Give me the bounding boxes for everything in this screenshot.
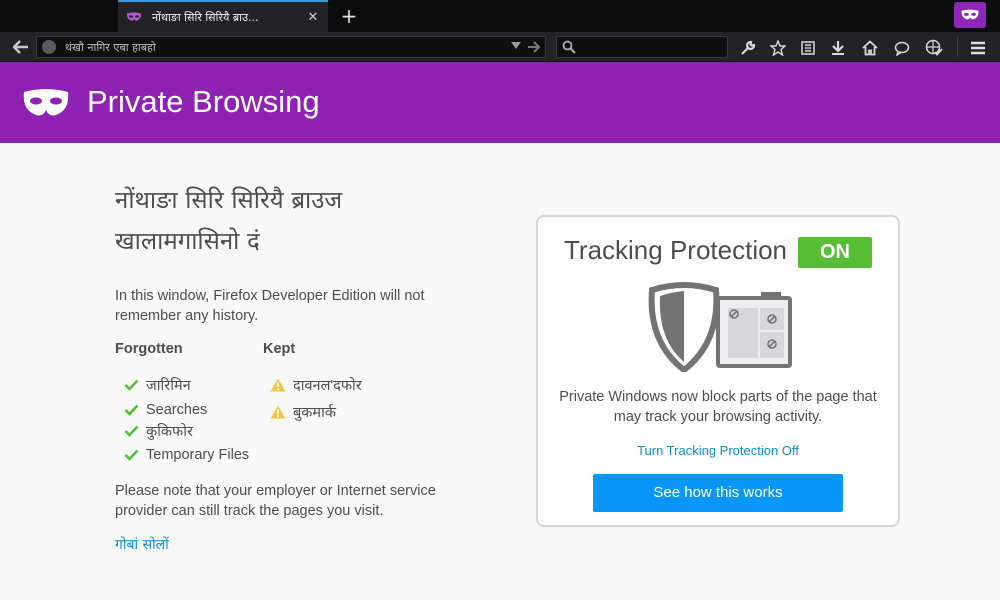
wrench-icon[interactable]: [739, 39, 757, 57]
globe-icon: [42, 40, 56, 54]
menu-icon[interactable]: [969, 39, 987, 57]
tracking-protection-card: Tracking Protection ON Private Windows n…: [536, 215, 900, 527]
warning-icon: [270, 378, 286, 392]
tracking-description: Private Windows now block parts of the p…: [559, 389, 877, 425]
forgotten-item-label: Searches: [146, 402, 208, 418]
learn-more-link[interactable]: गोबां सोलों: [115, 535, 169, 554]
chat-icon[interactable]: [893, 39, 911, 57]
url-input[interactable]: थंखौ नागिर एबा हाबहो: [65, 40, 156, 55]
tab-title: नोंथाङा सिरि सिरियै ब्राउ...: [152, 10, 259, 24]
private-browsing-indicator: [954, 2, 986, 28]
forgotten-item: Temporary Files: [123, 447, 249, 463]
intro-text: In this window, Firefox Developer Editio…: [115, 288, 425, 324]
back-button[interactable]: [8, 37, 34, 57]
url-bar[interactable]: थंखौ नागिर एबा हाबहो: [36, 36, 546, 58]
forgotten-item-label: Temporary Files: [146, 447, 250, 463]
forgotten-item-label: जारिमिन: [146, 378, 191, 394]
turn-off-tracking-link[interactable]: Turn Tracking Protection Off: [538, 443, 898, 458]
page-title: Private Browsing: [87, 84, 320, 119]
url-dropdown-icon[interactable]: [511, 42, 521, 49]
go-arrow-icon[interactable]: [527, 40, 541, 54]
forgotten-item: जारिमिन: [123, 375, 191, 395]
forgotten-item: कुकिफोर: [123, 421, 193, 441]
heading-line-1: नोंथाङा सिरि सिरियै ब्राउज: [115, 186, 343, 214]
tab-private-browsing[interactable]: नोंथाङा सिरि सिरियै ब्राउ... ✕: [118, 0, 328, 32]
download-icon[interactable]: [829, 39, 847, 57]
kept-header: Kept: [263, 341, 296, 357]
toolbar-divider: [957, 37, 958, 57]
warning-icon: [270, 405, 286, 419]
check-icon: [123, 403, 139, 417]
kept-item-label: बुकमार्क: [293, 405, 336, 421]
kept-item: बुकमार्क: [270, 402, 336, 422]
tab-strip: नोंथाङा सिरि सिरियै ब्राउ... ✕ +: [0, 0, 1000, 32]
check-icon: [123, 378, 139, 392]
search-bar[interactable]: [556, 36, 728, 58]
tracking-shield-illustration: [648, 282, 792, 372]
check-icon: [123, 424, 139, 438]
private-mask-icon: [23, 89, 69, 116]
private-mask-icon: [126, 12, 142, 21]
globe-check-icon[interactable]: [925, 39, 943, 57]
forgotten-header: Forgotten: [115, 341, 183, 357]
see-how-button[interactable]: See how this works: [593, 474, 843, 512]
forgotten-item: Searches: [123, 402, 207, 418]
star-icon[interactable]: [769, 39, 787, 57]
main-heading: नोंथाङा सिरि सिरियै ब्राउज खालामगासिनो द…: [115, 180, 475, 262]
tracking-protection-title: Tracking Protection: [564, 235, 788, 265]
private-browsing-banner: Private Browsing: [0, 62, 1000, 143]
nav-toolbar: थंखौ नागिर एबा हाबहो: [0, 32, 1000, 62]
tracking-note: Please note that your employer or Intern…: [115, 483, 436, 519]
kept-item-label: दावनल'दफोर: [293, 378, 362, 394]
kept-item: दावनल'दफोर: [270, 375, 362, 395]
tracking-status-badge: ON: [798, 237, 872, 268]
forgotten-item-label: कुकिफोर: [146, 424, 193, 440]
close-tab-icon[interactable]: ✕: [306, 10, 320, 25]
new-tab-button[interactable]: +: [338, 4, 360, 28]
home-icon[interactable]: [861, 39, 879, 57]
check-icon: [123, 448, 139, 462]
private-mask-icon: [961, 9, 979, 20]
heading-line-2: खालामगासिनो दं: [115, 227, 260, 255]
search-icon: [562, 40, 576, 54]
reading-list-icon[interactable]: [799, 39, 817, 57]
back-arrow-icon: [13, 40, 28, 54]
